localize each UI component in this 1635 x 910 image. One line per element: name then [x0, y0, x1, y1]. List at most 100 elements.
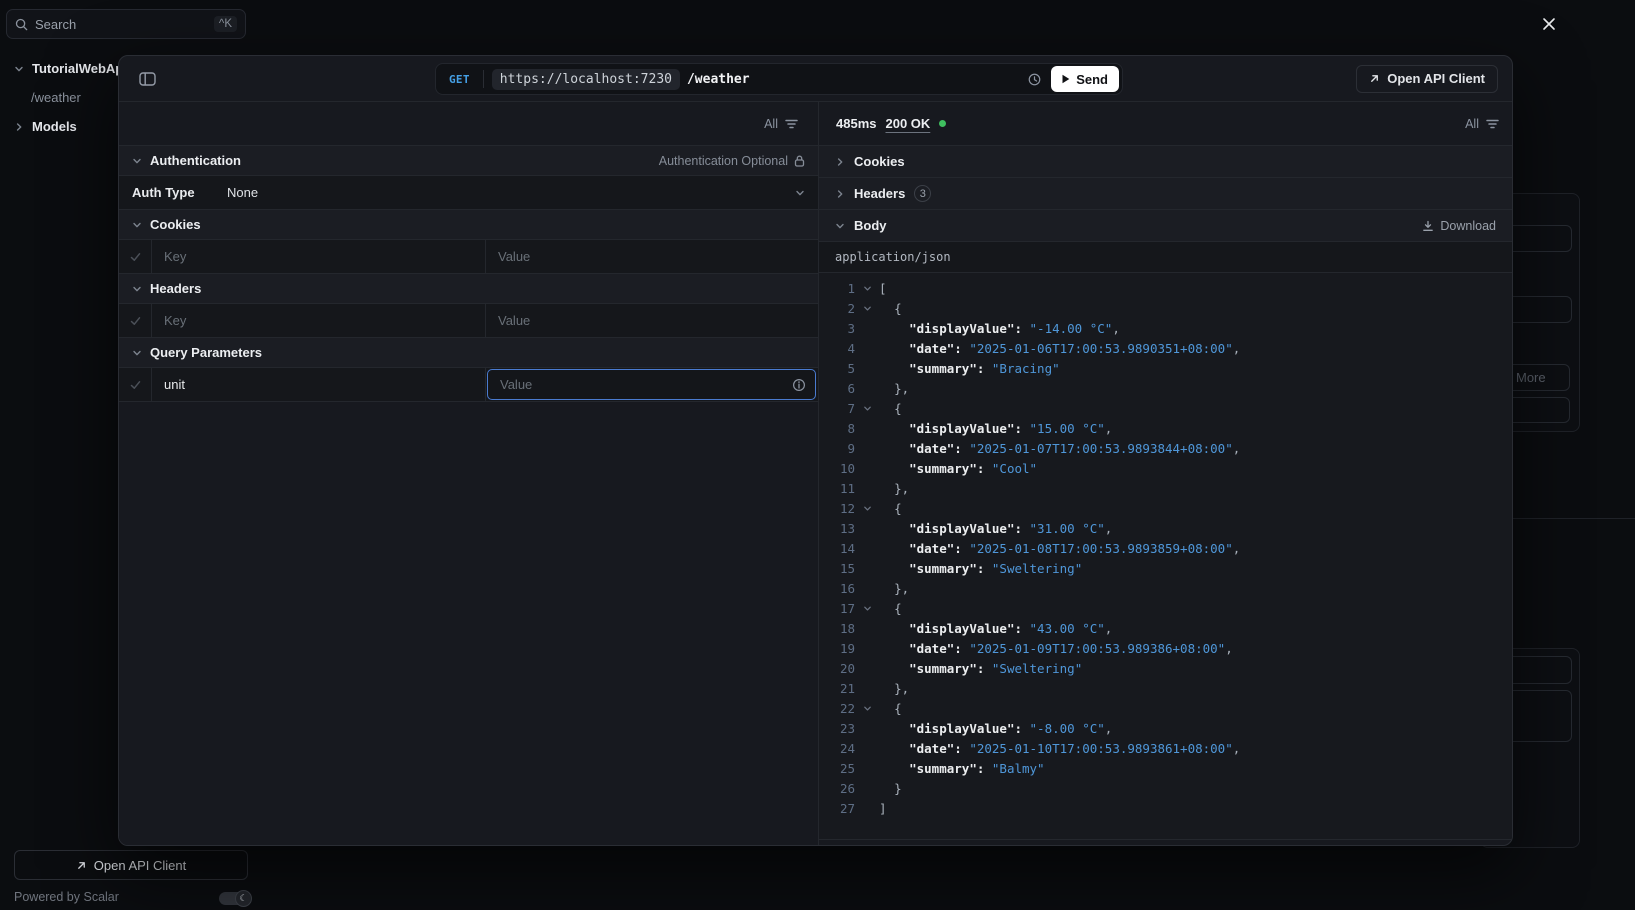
fold-spacer — [855, 339, 879, 359]
query-key-input[interactable] — [152, 368, 485, 401]
fold-chevron-icon[interactable] — [855, 699, 879, 719]
code-text: "displayValue": "-14.00 °C", — [879, 319, 1120, 339]
code-line: 20 "summary": "Sweltering" — [819, 659, 1512, 679]
line-number: 4 — [819, 339, 855, 359]
response-section-body[interactable]: Body Download — [819, 210, 1512, 242]
search-input[interactable]: Search ^K — [6, 9, 246, 39]
sidebar-item-label: TutorialWebApp — [32, 61, 131, 76]
chevron-down-icon — [835, 221, 845, 231]
close-icon[interactable] — [1534, 9, 1564, 39]
query-value-input[interactable] — [488, 370, 815, 399]
fold-spacer — [855, 779, 879, 799]
cookie-value-input[interactable] — [486, 240, 818, 273]
fold-spacer — [855, 539, 879, 559]
line-number: 22 — [819, 699, 855, 719]
code-text: "displayValue": "31.00 °C", — [879, 519, 1112, 539]
fold-chevron-icon[interactable] — [855, 299, 879, 319]
line-number: 23 — [819, 719, 855, 739]
line-number: 19 — [819, 639, 855, 659]
fold-spacer — [855, 419, 879, 439]
sidebar-item-label: Models — [32, 119, 77, 134]
download-button[interactable]: Download — [1422, 219, 1496, 233]
response-duration: 485ms — [836, 116, 876, 131]
arrow-up-right-icon — [1369, 73, 1380, 84]
fold-spacer — [855, 619, 879, 639]
code-line: 18 "displayValue": "43.00 °C", — [819, 619, 1512, 639]
auth-type-select[interactable]: Auth Type None — [119, 176, 818, 210]
powered-by-scalar[interactable]: Powered by Scalar — [14, 890, 119, 904]
query-value-cell-focused — [487, 369, 816, 400]
response-body-code: 1[2 {3 "displayValue": "-14.00 °C",4 "da… — [819, 273, 1512, 840]
sidebar-toggle-icon[interactable] — [133, 65, 161, 93]
code-text: "displayValue": "43.00 °C", — [879, 619, 1112, 639]
address-bar[interactable]: GET https://localhost:7230 /weather Send — [435, 63, 1123, 95]
info-icon[interactable] — [792, 378, 806, 392]
code-text: "date": "2025-01-07T17:00:53.9893844+08:… — [879, 439, 1240, 459]
header-value-input[interactable] — [486, 304, 818, 337]
code-line: 9 "date": "2025-01-07T17:00:53.9893844+0… — [819, 439, 1512, 459]
section-title: Query Parameters — [150, 345, 262, 360]
section-headers[interactable]: Headers — [119, 274, 818, 304]
code-text: }, — [879, 679, 909, 699]
cookie-key-input[interactable] — [152, 240, 485, 273]
base-url: https://localhost:7230 — [492, 69, 680, 90]
chevron-down-icon — [132, 348, 142, 358]
auth-optional-badge: Authentication Optional — [659, 154, 805, 168]
response-status[interactable]: 200 OK — [885, 116, 930, 131]
code-line: 27] — [819, 799, 1512, 819]
history-icon[interactable] — [1021, 66, 1047, 92]
response-section-cookies[interactable]: Cookies — [819, 146, 1512, 178]
open-api-client-label: Open API Client — [1387, 71, 1485, 86]
row-enabled-check-icon[interactable] — [119, 240, 152, 273]
code-text: } — [879, 779, 902, 799]
download-icon — [1422, 220, 1434, 232]
query-param-row — [119, 368, 818, 402]
chevron-right-icon — [14, 122, 24, 132]
fold-chevron-icon[interactable] — [855, 599, 879, 619]
api-client-modal: GET https://localhost:7230 /weather Send… — [118, 55, 1513, 846]
line-number: 13 — [819, 519, 855, 539]
code-text: "date": "2025-01-10T17:00:53.9893861+08:… — [879, 739, 1240, 759]
response-section-headers[interactable]: Headers 3 — [819, 178, 1512, 210]
request-filter-all[interactable]: All — [764, 117, 798, 131]
code-text: { — [879, 699, 902, 719]
section-query-parameters[interactable]: Query Parameters — [119, 338, 818, 368]
divider — [483, 70, 484, 88]
fold-spacer — [855, 359, 879, 379]
code-text: { — [879, 299, 902, 319]
fold-spacer — [855, 639, 879, 659]
section-authentication[interactable]: Authentication Authentication Optional — [119, 146, 818, 176]
section-title: Body — [854, 218, 887, 233]
code-line: 10 "summary": "Cool" — [819, 459, 1512, 479]
code-text: }, — [879, 379, 909, 399]
line-number: 21 — [819, 679, 855, 699]
open-api-client-button-sidebar[interactable]: Open API Client — [14, 850, 248, 880]
code-text: ] — [879, 799, 887, 819]
dark-mode-toggle[interactable]: ☾ — [219, 892, 250, 905]
chevron-down-icon — [132, 156, 142, 166]
open-api-client-button-top[interactable]: Open API Client — [1356, 65, 1498, 93]
filter-label: All — [764, 117, 778, 131]
fold-chevron-icon[interactable] — [855, 399, 879, 419]
send-button[interactable]: Send — [1051, 66, 1119, 92]
line-number: 24 — [819, 739, 855, 759]
response-filter-all[interactable]: All — [1465, 117, 1499, 131]
row-enabled-check-icon[interactable] — [119, 304, 152, 337]
header-key-input[interactable] — [152, 304, 485, 337]
code-line: 12 { — [819, 499, 1512, 519]
code-line: 4 "date": "2025-01-06T17:00:53.9890351+0… — [819, 339, 1512, 359]
fold-spacer — [855, 719, 879, 739]
modal-footer-strip — [819, 840, 1512, 845]
row-enabled-check-icon[interactable] — [119, 368, 152, 401]
code-line: 26 } — [819, 779, 1512, 799]
line-number: 14 — [819, 539, 855, 559]
code-line: 15 "summary": "Sweltering" — [819, 559, 1512, 579]
cookies-row — [119, 240, 818, 274]
fold-chevron-icon[interactable] — [855, 279, 879, 299]
section-cookies[interactable]: Cookies — [119, 210, 818, 240]
code-line: 13 "displayValue": "31.00 °C", — [819, 519, 1512, 539]
send-label: Send — [1076, 72, 1108, 87]
fold-spacer — [855, 559, 879, 579]
fold-chevron-icon[interactable] — [855, 499, 879, 519]
response-panel: 485ms 200 OK All Cookies — [819, 102, 1512, 845]
